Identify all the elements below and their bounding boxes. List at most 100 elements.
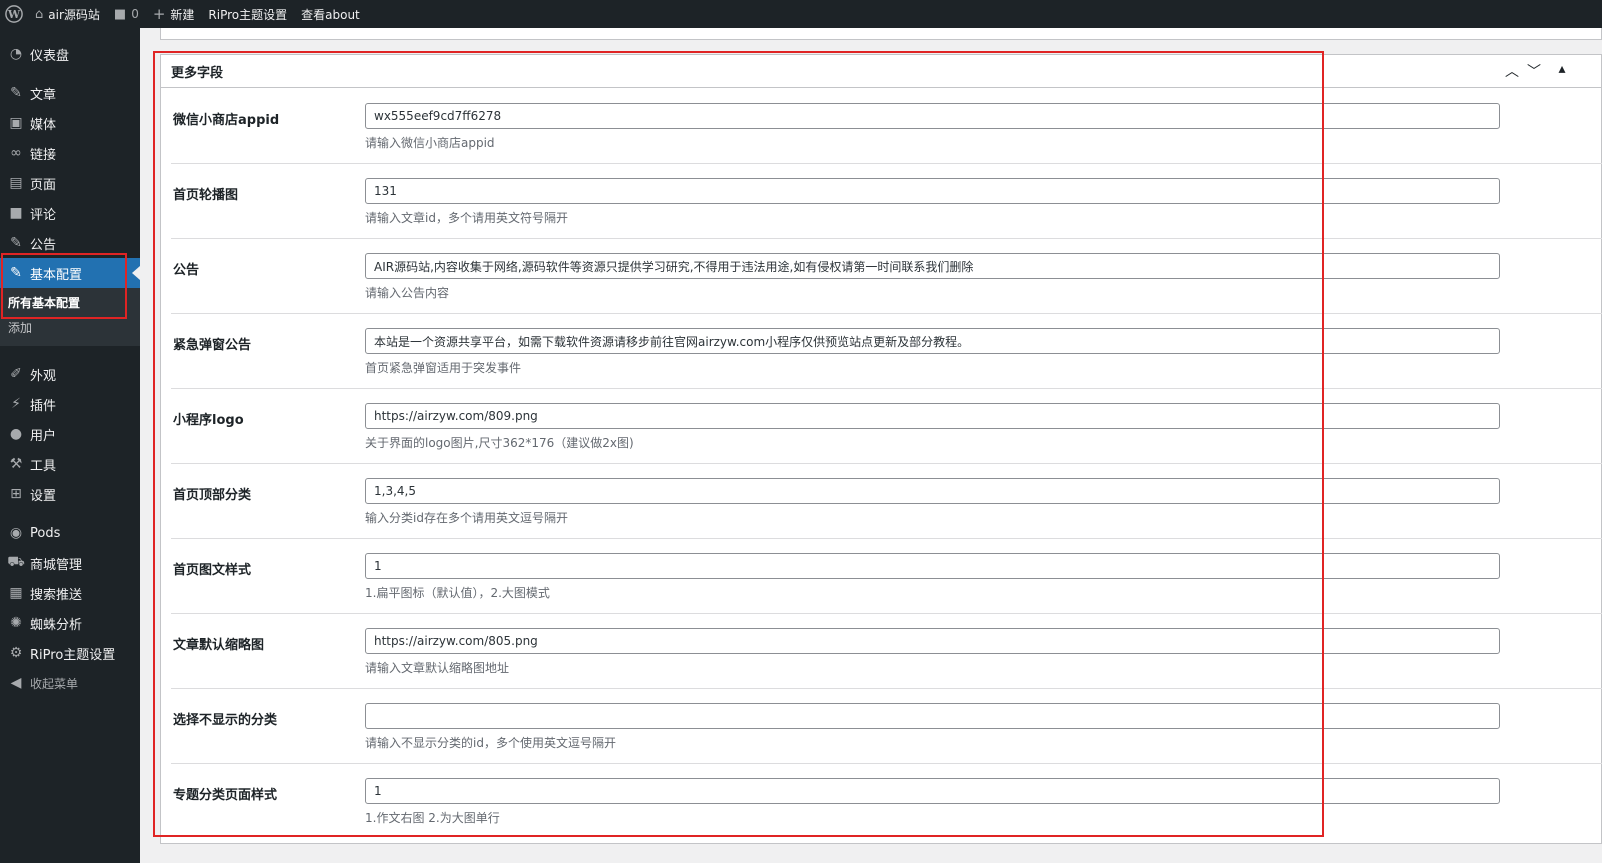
- wrench-icon: ⚒: [9, 456, 23, 472]
- collapse-menu-button[interactable]: ◀ 收起菜单: [0, 668, 140, 698]
- collapse-menu-label: 收起菜单: [30, 676, 79, 691]
- urgent-popup-input[interactable]: [365, 328, 1500, 354]
- sidebar-item-label: RiPro主题设置: [30, 647, 116, 663]
- wechat-appid-input[interactable]: [365, 103, 1500, 129]
- sidebar-item-dashboard[interactable]: ◔ 仪表盘: [0, 39, 140, 69]
- sidebar-item-plugins[interactable]: ⚡ 插件: [0, 389, 140, 419]
- sidebar-item-comments[interactable]: ■ 评论: [0, 198, 140, 228]
- field-row-notice: 公告 请输入公告内容: [171, 239, 1602, 314]
- field-row-hidden-categories: 选择不显示的分类 请输入不显示分类的id，多个使用英文逗号隔开: [171, 689, 1602, 764]
- field-label: 首页轮播图: [173, 188, 239, 203]
- basic-config-submenu: 所有基本配置 添加: [0, 288, 140, 346]
- field-row-urgent-popup: 紧急弹窗公告 首页紧急弹窗适用于突发事件: [171, 314, 1602, 389]
- collapse-icon: ◀: [10, 675, 22, 691]
- submenu-item-all-basic-config[interactable]: 所有基本配置: [8, 294, 80, 311]
- sidebar-item-label: 媒体: [30, 117, 57, 133]
- cart-icon: ⛟: [7, 554, 25, 570]
- view-about-link[interactable]: 查看about: [294, 0, 367, 28]
- sidebar-item-notice[interactable]: ✎ 公告: [0, 228, 140, 258]
- field-description: 请输入公告内容: [365, 286, 450, 300]
- settings-icon: ⊞: [10, 486, 22, 502]
- submenu-item-add[interactable]: 添加: [8, 319, 32, 336]
- theme-settings-link[interactable]: RiPro主题设置: [201, 0, 294, 28]
- sidebar-item-pages[interactable]: ▤ 页面: [0, 168, 140, 198]
- page-icon: ▤: [9, 175, 23, 191]
- site-name-label: air源码站: [48, 7, 100, 22]
- sidebar-item-label: 链接: [30, 147, 57, 163]
- sidebar-item-posts[interactable]: ✎ 文章: [0, 78, 140, 108]
- new-content-link[interactable]: + 新建: [146, 0, 202, 28]
- notice-input[interactable]: [365, 253, 1500, 279]
- field-description: 首页紧急弹窗适用于突发事件: [365, 361, 522, 375]
- sidebar-item-tools[interactable]: ⚒ 工具: [0, 449, 140, 479]
- field-label: 文章默认缩略图: [173, 638, 265, 653]
- user-icon: ●: [9, 426, 23, 442]
- pods-icon: ◉: [9, 525, 23, 541]
- sidebar-item-label: 基本配置: [30, 267, 83, 283]
- more-fields-postbox: 更多字段 ︿ ﹀ ▴ 微信小商店appid 请输入微信小商店appid 首页轮播…: [160, 54, 1602, 844]
- field-label: 微信小商店appid: [173, 113, 280, 128]
- sidebar-item-label: 公告: [30, 237, 57, 253]
- sidebar-item-label: 外观: [30, 368, 57, 384]
- topic-page-style-input[interactable]: [365, 778, 1500, 804]
- sidebar-item-settings[interactable]: ⊞ 设置: [0, 479, 140, 509]
- sidebar-item-media[interactable]: ▣ 媒体: [0, 108, 140, 138]
- field-label: 专题分类页面样式: [173, 788, 278, 803]
- sidebar-item-links[interactable]: ∞ 链接: [0, 138, 140, 168]
- field-row-home-carousel: 首页轮播图 请输入文章id，多个请用英文符号隔开: [171, 164, 1602, 239]
- sidebar-item-label: 用户: [30, 428, 57, 444]
- home-top-category-input[interactable]: [365, 478, 1500, 504]
- postbox-header: 更多字段 ︿ ﹀ ▴: [161, 55, 1601, 88]
- field-row-default-thumbnail: 文章默认缩略图 请输入文章默认缩略图地址: [171, 614, 1602, 689]
- plus-icon: +: [152, 5, 166, 23]
- field-row-home-style: 首页图文样式 1.扁平图标（默认值），2.大图模式: [171, 539, 1602, 614]
- sidebar-item-ripro-settings[interactable]: ⚙ RiPro主题设置: [0, 638, 140, 668]
- previous-postbox-edge: [160, 28, 1602, 40]
- field-description: 关于界面的logo图片,尺寸362*176（建议做2x图): [365, 436, 634, 450]
- toggle-panel-icon[interactable]: ▴: [1553, 61, 1571, 77]
- pin-icon: ✎: [10, 235, 22, 251]
- field-row-wechat-appid: 微信小商店appid 请输入微信小商店appid: [171, 89, 1602, 164]
- home-style-input[interactable]: [365, 553, 1500, 579]
- search-push-icon: ▦: [9, 585, 23, 601]
- sidebar-item-users[interactable]: ● 用户: [0, 419, 140, 449]
- wordpress-logo-icon[interactable]: W: [0, 0, 28, 28]
- new-label: 新建: [170, 7, 195, 22]
- comments-link[interactable]: ■ 0: [107, 0, 146, 28]
- default-thumbnail-input[interactable]: [365, 628, 1500, 654]
- site-name-link[interactable]: ⌂ air源码站: [28, 0, 107, 28]
- comment-icon: ■: [113, 6, 127, 22]
- gear-icon: ⚙: [9, 645, 23, 661]
- field-row-miniapp-logo: 小程序logo 关于界面的logo图片,尺寸362*176（建议做2x图): [171, 389, 1602, 464]
- sidebar-item-label: 蜘蛛分析: [30, 617, 83, 633]
- theme-settings-label: RiPro主题设置: [208, 7, 288, 22]
- field-label: 小程序logo: [173, 413, 244, 428]
- hidden-categories-input[interactable]: [365, 703, 1500, 729]
- sidebar-item-label: 插件: [30, 398, 57, 414]
- move-down-icon[interactable]: ﹀: [1525, 61, 1543, 81]
- pin-icon: ✎: [10, 85, 22, 101]
- field-row-topic-page-style: 专题分类页面样式 1.作文右图 2.为大图单行: [171, 764, 1602, 839]
- miniapp-logo-input[interactable]: [365, 403, 1500, 429]
- sidebar-item-appearance[interactable]: ✐ 外观: [0, 359, 140, 389]
- sidebar-item-search-push[interactable]: ▦ 搜索推送: [0, 578, 140, 608]
- field-label: 选择不显示的分类: [173, 713, 278, 728]
- field-label: 首页图文样式: [173, 563, 252, 578]
- sidebar-item-label: 设置: [30, 488, 57, 504]
- spider-icon: ✺: [10, 615, 22, 631]
- sidebar-item-label: 搜索推送: [30, 587, 83, 603]
- sidebar-item-shop[interactable]: ⛟ 商城管理: [0, 548, 140, 578]
- home-carousel-input[interactable]: [365, 178, 1500, 204]
- sidebar-item-pods[interactable]: ◉ Pods: [0, 518, 140, 548]
- sidebar-item-label: 文章: [30, 87, 57, 103]
- sidebar-item-label: 工具: [30, 458, 57, 474]
- comment-icon: ■: [9, 205, 23, 221]
- brush-icon: ✐: [10, 366, 22, 382]
- home-icon: ⌂: [35, 6, 44, 22]
- sidebar-item-spider-analysis[interactable]: ✺ 蜘蛛分析: [0, 608, 140, 638]
- postbox-title: 更多字段: [171, 65, 224, 81]
- field-label: 首页顶部分类: [173, 488, 252, 503]
- sidebar-item-basic-config[interactable]: ✎ 基本配置: [0, 258, 140, 288]
- move-up-icon[interactable]: ︿: [1503, 61, 1521, 81]
- field-row-home-top-category: 首页顶部分类 输入分类id存在多个请用英文逗号隔开: [171, 464, 1602, 539]
